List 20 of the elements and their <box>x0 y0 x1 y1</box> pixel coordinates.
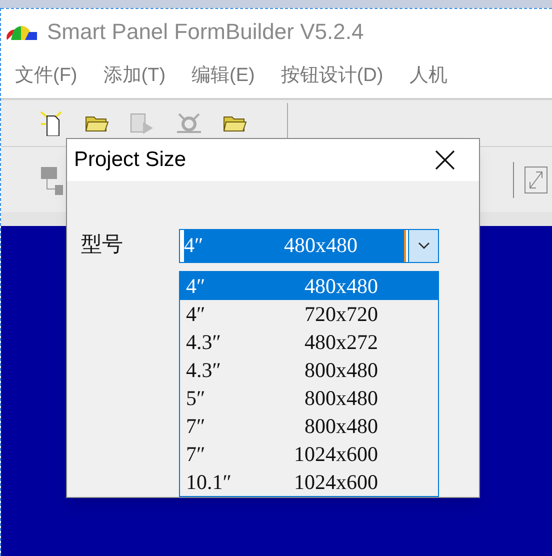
menu-item[interactable]: 添加(T) <box>103 62 166 90</box>
dropdown-option[interactable]: 10.1″ 1024x600 <box>180 468 438 496</box>
dropdown-option[interactable]: 7″ 800x480 <box>180 412 438 440</box>
menu-item[interactable]: 按钮设计(D) <box>280 62 384 90</box>
chevron-down-icon[interactable] <box>418 242 430 250</box>
menu-item[interactable]: 文件(F) <box>15 62 78 90</box>
dropdown-option[interactable]: 7″ 1024x600 <box>180 440 438 468</box>
resize-icon[interactable] <box>524 166 548 194</box>
dialog-title: Project Size <box>74 147 186 174</box>
close-icon[interactable] <box>435 150 455 170</box>
field-label: 型号 <box>81 232 124 258</box>
model-dropdown[interactable]: 4″ 480x480 <box>179 229 439 263</box>
dropdown-option[interactable]: 4″ 480x480 <box>180 272 438 300</box>
window-title: Smart Panel FormBuilder V5.2.4 <box>47 18 364 46</box>
menu-item[interactable]: 人机 <box>409 62 448 90</box>
menu-item[interactable]: 编辑(E) <box>192 62 255 90</box>
dropdown-option[interactable]: 4″ 720x720 <box>180 300 438 328</box>
dropdown-option[interactable]: 5″ 800x480 <box>180 384 438 412</box>
dropdown-option[interactable]: 4.3″ 480x272 <box>180 328 438 356</box>
dropdown-option[interactable]: 4.3″ 800x480 <box>180 356 438 384</box>
